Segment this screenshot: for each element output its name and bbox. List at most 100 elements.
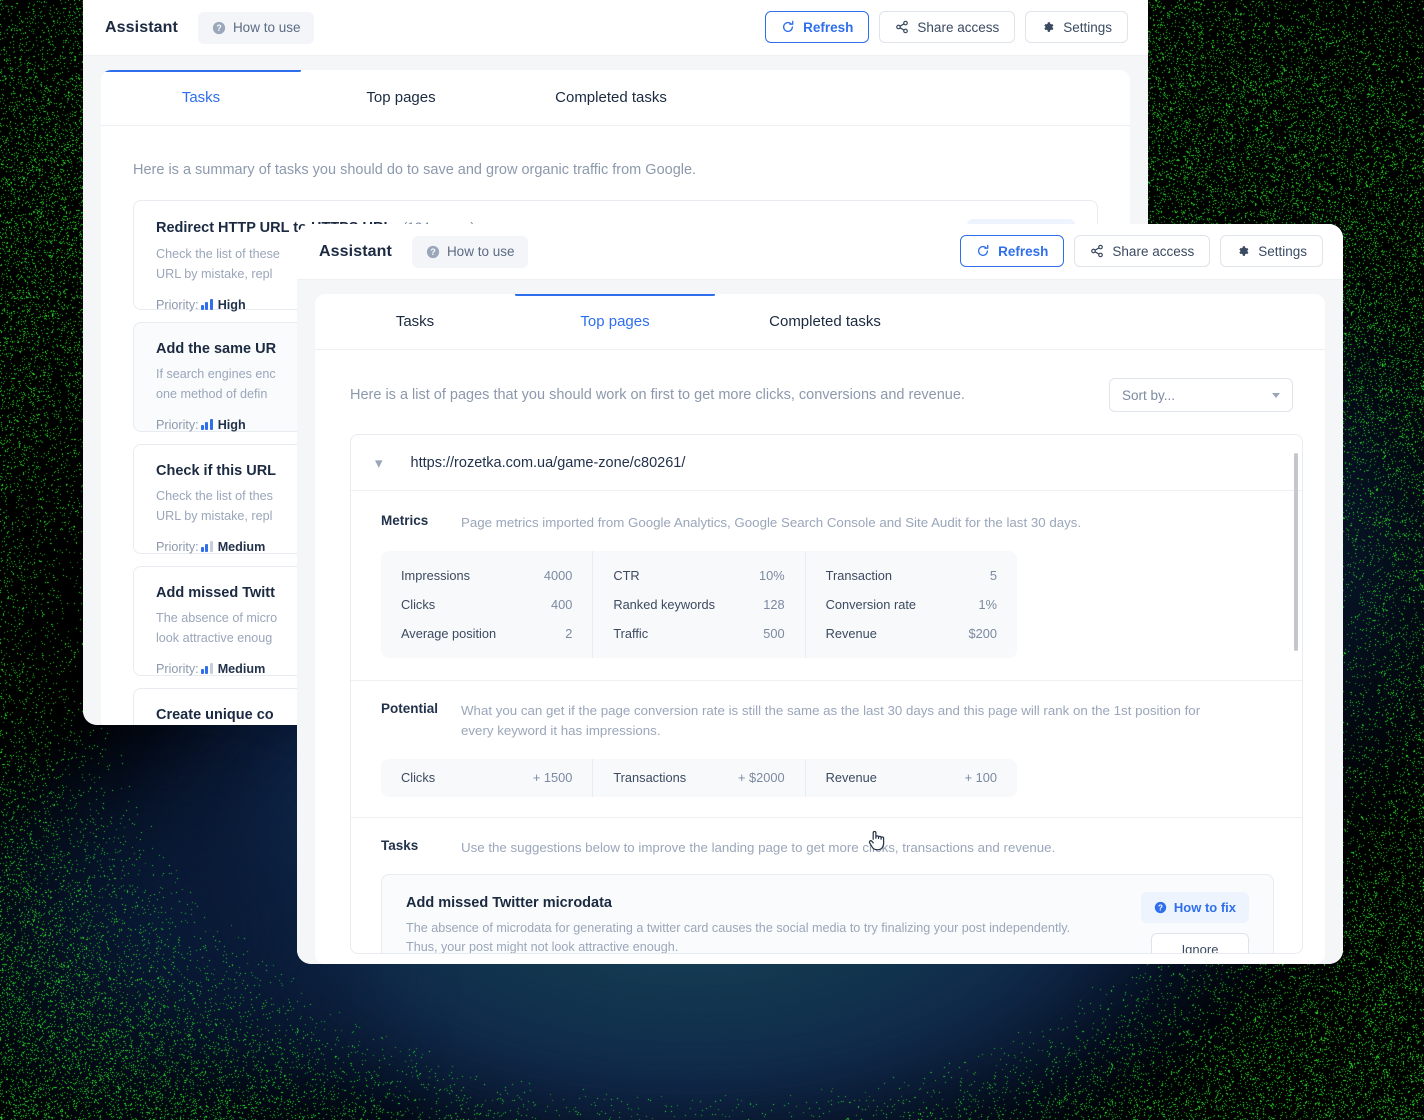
tab-top-pages-label: Top pages	[580, 313, 650, 330]
tab-top-pages-label: Top pages	[366, 89, 436, 106]
page-url-row[interactable]: ▾ https://rozetka.com.ua/game-zone/c8026…	[351, 435, 1302, 491]
ignore-button[interactable]: Ignore	[1151, 932, 1249, 954]
chevron-down-icon[interactable]: ▾	[375, 454, 383, 472]
metrics-description: Page metrics imported from Google Analyt…	[461, 515, 1082, 530]
front-window-lead: Here is a list of pages that you should …	[350, 387, 965, 403]
metric-row: Clicks 400	[381, 590, 592, 619]
refresh-label: Refresh	[803, 19, 854, 35]
settings-button[interactable]: Settings	[1025, 11, 1128, 43]
metrics-label: Metrics	[381, 513, 429, 528]
tab-tasks-label: Tasks	[181, 89, 221, 106]
tab-completed-tasks-label: Completed tasks	[769, 313, 881, 330]
task-card[interactable]: Add missed Twitter microdata The absence…	[381, 873, 1274, 954]
page-title: Assistant	[105, 18, 178, 36]
metric-row: Average position 2	[381, 619, 592, 648]
task-priority: Priority: Medium	[156, 540, 265, 554]
tasks-label: Tasks	[381, 837, 419, 853]
metric-name: CTR	[613, 567, 640, 583]
settings-label: Settings	[1063, 19, 1112, 35]
tab-top-pages[interactable]: Top pages	[301, 70, 501, 125]
page-result-card: ▾ https://rozetka.com.ua/game-zone/c8026…	[350, 434, 1303, 954]
potential-label: Potential	[381, 700, 439, 716]
task-description-line2: URL by mistake, repl	[156, 266, 273, 281]
task-description-line1: Check the list of thes	[156, 489, 273, 503]
svg-text:?: ?	[216, 23, 221, 33]
front-window-tabs: Tasks Top pages Completed tasks	[315, 294, 1325, 350]
task-description-line1: Check the list of these	[156, 247, 280, 261]
sort-by-select[interactable]: Sort by...	[1109, 378, 1293, 412]
task-priority-value: High	[217, 298, 246, 313]
potential-value: + 100	[964, 770, 997, 786]
task-description: The absence of microdata for generating …	[406, 920, 1071, 954]
potential-value: + $2000	[738, 770, 785, 786]
back-window-actions: Refresh Share access Settings	[765, 11, 1128, 43]
metric-row: Transaction 5	[806, 561, 1017, 590]
back-window-tabs: Tasks Top pages Completed tasks	[101, 70, 1130, 126]
back-window-topbar: Assistant ? How to use Refresh Share acc…	[83, 0, 1148, 56]
settings-label: Settings	[1258, 243, 1307, 259]
metric-name: Traffic	[613, 625, 649, 641]
potential-name: Revenue	[825, 770, 877, 786]
how-to-use-button[interactable]: ? How to use	[411, 235, 529, 268]
how-to-fix-label: How to fix	[1173, 899, 1236, 915]
refresh-icon	[978, 244, 989, 256]
metric-row: Traffic 500	[593, 619, 804, 648]
metric-value: 5	[989, 567, 997, 583]
metric-row: Impressions 4000	[381, 561, 592, 590]
potential-description: What you can get if the page conversion …	[461, 702, 1201, 738]
task-priority: Priority: High	[156, 298, 246, 312]
how-to-use-button[interactable]: ? How to use	[197, 11, 315, 44]
share-access-button[interactable]: Share access	[1074, 235, 1211, 267]
sort-by-value: Sort by...	[1122, 387, 1176, 403]
priority-bars-icon	[200, 663, 213, 675]
page-url: https://rozetka.com.ua/game-zone/c80261/	[410, 454, 686, 471]
task-description-line2: look attractive enoug	[156, 630, 273, 645]
how-to-use-label: How to use	[232, 20, 301, 35]
refresh-label: Refresh	[998, 243, 1049, 259]
vertical-scrollbar[interactable]	[1294, 453, 1298, 651]
how-to-fix-button[interactable]: ? How to fix	[1140, 891, 1249, 923]
metric-value: 400	[550, 596, 573, 612]
svg-text:?: ?	[1158, 903, 1163, 912]
tab-top-pages[interactable]: Top pages	[515, 294, 715, 349]
tab-tasks-label: Tasks	[395, 313, 435, 330]
refresh-button[interactable]: Refresh	[960, 235, 1065, 267]
refresh-button[interactable]: Refresh	[765, 11, 870, 43]
metric-row: Revenue $200	[806, 619, 1017, 648]
ignore-label: Ignore	[1181, 942, 1219, 954]
task-priority-value: Medium	[217, 540, 266, 555]
svg-text:?: ?	[430, 247, 435, 257]
back-window-lead: Here is a summary of tasks you should do…	[133, 162, 697, 178]
potential-name: Transactions	[613, 770, 687, 786]
task-priority-label: Priority:	[156, 662, 199, 677]
task-description-line2: one method of defin	[156, 386, 268, 401]
potential-item: Transactions + $2000	[592, 758, 804, 797]
metric-value: 2	[565, 625, 573, 641]
how-to-use-label: How to use	[446, 244, 515, 259]
assistant-window-front: Assistant ? How to use Refresh Share acc…	[297, 224, 1343, 964]
tasks-description: Use the suggestions below to improve the…	[461, 839, 1056, 855]
page-title: Assistant	[319, 242, 392, 260]
metric-value: 1%	[978, 596, 997, 612]
tab-completed-tasks[interactable]: Completed tasks	[715, 294, 935, 349]
front-window-body: Tasks Top pages Completed tasks Here is …	[297, 280, 1343, 964]
priority-bars-icon	[200, 541, 213, 553]
settings-button[interactable]: Settings	[1220, 235, 1323, 267]
metric-value: $200	[968, 625, 997, 641]
metric-value: 4000	[543, 567, 573, 583]
task-priority: Priority: High	[156, 418, 246, 432]
tab-tasks[interactable]: Tasks	[315, 294, 515, 349]
tab-completed-tasks[interactable]: Completed tasks	[501, 70, 721, 125]
tab-tasks[interactable]: Tasks	[101, 70, 301, 125]
help-circle-icon: ?	[212, 21, 226, 34]
potential-value: + 1500	[532, 770, 573, 786]
task-priority-value: High	[217, 418, 246, 433]
priority-bars-icon	[200, 419, 213, 431]
task-priority-label: Priority:	[156, 418, 199, 433]
potential-item: Clicks + 1500	[381, 759, 592, 797]
front-window-actions: Refresh Share access Settings	[960, 235, 1323, 267]
share-access-button[interactable]: Share access	[879, 11, 1016, 43]
metric-name: Clicks	[401, 596, 436, 612]
chevron-down-icon	[1272, 392, 1280, 398]
metrics-table: Impressions 4000 Clicks 400 Average posi…	[381, 550, 1017, 658]
